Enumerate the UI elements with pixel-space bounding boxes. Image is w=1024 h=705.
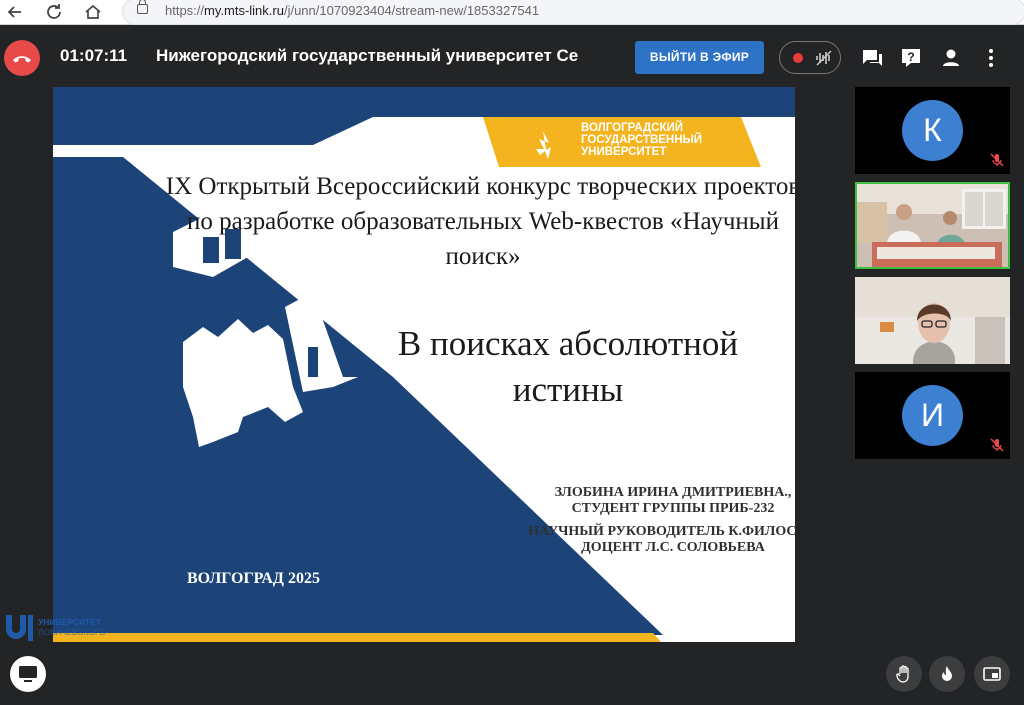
hangup-icon	[13, 56, 31, 63]
mic-off-icon	[990, 153, 1004, 167]
slide-supervisor: НАУЧНЫЙ РУКОВОДИТЕЛЬ К.ФИЛОС.Н., ДОЦЕНТ …	[528, 524, 795, 555]
participant-video	[855, 277, 1010, 364]
url-text[interactable]: https://my.mts-link.ru/j/unn/1070923404/…	[165, 3, 539, 18]
back-icon[interactable]	[4, 1, 26, 23]
reaction-icon	[942, 666, 952, 681]
participant-video	[857, 184, 1008, 267]
chat-icon[interactable]	[859, 45, 885, 71]
layout-button[interactable]	[974, 656, 1010, 692]
person-icon[interactable]	[938, 45, 964, 71]
slide-author-block: ЗЛОБИНА ИРИНА ДМИТРИЕВНА., СТУДЕНТ ГРУПП…	[523, 485, 795, 563]
participant-video-tile[interactable]	[855, 182, 1010, 269]
browser-toolbar: https://my.mts-link.ru/j/unn/1070923404/…	[0, 0, 1024, 25]
address-bar[interactable]: https://my.mts-link.ru/j/unn/1070923404/…	[122, 0, 1024, 25]
slide-author: ЗЛОБИНА ИРИНА ДМИТРИЕВНА., СТУДЕНТ ГРУПП…	[554, 485, 792, 516]
presentation-slide: ВОЛГОГРАДСКИЙ ГОСУДАРСТВЕННЫЙ УНИВЕРСИТЕ…	[53, 87, 795, 642]
noise-icon	[816, 50, 832, 66]
university-logo-text: ВОЛГОГРАДСКИЙ ГОСУДАРСТВЕННЫЙ УНИВЕРСИТЕ…	[581, 122, 703, 158]
slide-city-year: ВОЛГОГРАД 2025	[187, 570, 320, 587]
avatar: К	[902, 100, 963, 161]
slide-title: IX Открытый Всероссийский конкурс творче…	[165, 173, 795, 270]
reaction-button[interactable]	[929, 656, 965, 692]
participant-tile[interactable]: И	[855, 372, 1010, 459]
svg-text:?: ?	[907, 50, 914, 64]
participant-video-tile[interactable]	[855, 277, 1010, 364]
record-dot-icon	[793, 53, 803, 63]
screen-share-icon	[19, 666, 37, 682]
lobachevsky-logo-text: УНИВЕРСИТЕТ ЛОБАЧЕВСКОГО	[38, 617, 106, 637]
help-icon[interactable]: ?	[898, 45, 924, 71]
more-icon[interactable]	[978, 45, 1004, 71]
mic-off-icon	[990, 438, 1004, 452]
raise-hand-button[interactable]	[886, 656, 922, 692]
screen-share-button[interactable]	[10, 656, 46, 692]
go-live-button[interactable]: ВЫЙТИ В ЭФИР	[635, 41, 764, 74]
raise-hand-icon	[896, 665, 909, 683]
lock-icon[interactable]	[137, 0, 148, 14]
avatar: И	[902, 385, 963, 446]
home-icon[interactable]	[82, 1, 104, 23]
record-toggle[interactable]	[779, 41, 841, 74]
slide-main-title: В поисках абсолютной истины	[397, 324, 739, 409]
meeting-timer: 01:07:11	[60, 46, 128, 65]
reload-icon[interactable]	[43, 1, 65, 23]
meeting-title: Нижегородский государственный университе…	[156, 46, 579, 65]
hangup-button[interactable]	[4, 40, 40, 76]
layout-icon	[983, 667, 1001, 681]
participant-tile[interactable]: К	[855, 87, 1010, 174]
